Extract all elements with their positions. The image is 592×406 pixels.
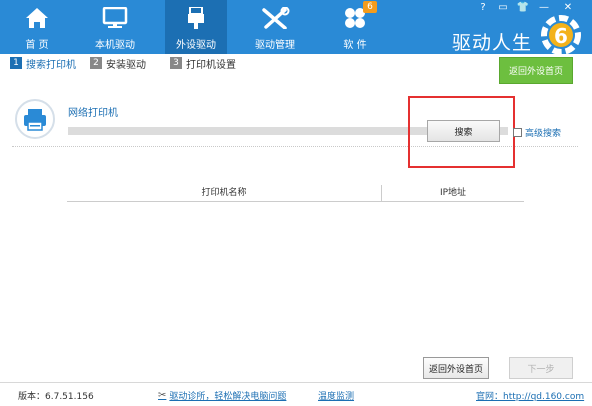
footer-bar: 版本：6.7.51.156 ✂ 驱动诊所，轻松解决电脑问题 温度监测 官网：ht… bbox=[0, 382, 592, 406]
official-website-link[interactable]: 官网：http://qd.160.com bbox=[476, 389, 584, 402]
step-printer-settings: 3 打印机设置 bbox=[170, 56, 236, 71]
search-button[interactable]: 搜索 bbox=[427, 120, 500, 142]
brand-title: 驱动人生 bbox=[452, 32, 533, 54]
step-label: 打印机设置 bbox=[186, 59, 236, 71]
column-header-ip-address: IP地址 bbox=[381, 185, 524, 202]
advanced-search-checkbox[interactable] bbox=[513, 128, 522, 137]
nav-peripheral-drivers[interactable]: 外设驱动 bbox=[165, 0, 227, 54]
app-logo-icon: 6 bbox=[541, 15, 581, 55]
printer-list[interactable] bbox=[67, 202, 524, 352]
version-text: 版本：6.7.51.156 bbox=[18, 392, 94, 402]
next-step-button[interactable]: 下一步 bbox=[509, 357, 573, 379]
tools-icon bbox=[262, 7, 290, 29]
home-icon bbox=[26, 8, 48, 28]
advanced-search-label: 高级搜索 bbox=[525, 129, 562, 139]
help-icon[interactable]: ? bbox=[476, 2, 490, 13]
step-number: 1 bbox=[10, 57, 22, 69]
nav-label: 外设驱动 bbox=[176, 40, 216, 51]
message-icon[interactable]: ▭ bbox=[496, 2, 510, 13]
back-to-peripheral-home-bottom-button[interactable]: 返回外设首页 bbox=[423, 357, 489, 379]
nav-label: 驱动管理 bbox=[255, 40, 295, 51]
driver-clinic-label: 驱动诊所，轻松解决电脑问题 bbox=[169, 392, 287, 402]
step-label: 搜索打印机 bbox=[26, 59, 76, 71]
step-search-printer: 1 搜索打印机 bbox=[10, 56, 76, 71]
nav-home[interactable]: 首 页 bbox=[8, 0, 66, 54]
step-number: 3 bbox=[170, 57, 182, 69]
temperature-monitor-link[interactable]: 温度监测 bbox=[318, 389, 354, 402]
back-to-peripheral-home-button[interactable]: 返回外设首页 bbox=[499, 57, 573, 84]
wrench-icon: ✂ bbox=[158, 390, 167, 401]
skin-icon[interactable]: 👕 bbox=[516, 2, 530, 13]
step-install-driver: 2 安装驱动 bbox=[90, 56, 146, 71]
column-header-printer-name: 打印机名称 bbox=[67, 185, 381, 202]
logo-text: 6 bbox=[554, 24, 568, 48]
nav-label: 软 件 bbox=[343, 40, 367, 51]
advanced-search-option[interactable]: 高级搜索 bbox=[513, 126, 561, 139]
printer-icon bbox=[24, 109, 46, 131]
nav-driver-management[interactable]: 驱动管理 bbox=[244, 0, 306, 54]
software-count-badge: 6 bbox=[363, 1, 377, 13]
top-navigation-bar: 首 页 本机驱动 外设驱动 驱动管理 软 件 6 ? ▭ 👕 — ✕ 驱动人生 … bbox=[0, 0, 592, 55]
nav-label: 首 页 bbox=[25, 40, 49, 51]
nav-local-drivers[interactable]: 本机驱动 bbox=[86, 0, 144, 54]
network-printer-label: 网络打印机 bbox=[68, 108, 118, 119]
printer-icon-wrapper bbox=[15, 99, 55, 139]
step-number: 2 bbox=[90, 57, 102, 69]
step-label: 安装驱动 bbox=[106, 59, 146, 71]
monitor-icon bbox=[102, 7, 128, 28]
usb-icon bbox=[188, 7, 204, 29]
driver-clinic-link[interactable]: ✂ 驱动诊所，轻松解决电脑问题 bbox=[158, 389, 286, 402]
nav-label: 本机驱动 bbox=[95, 40, 135, 51]
